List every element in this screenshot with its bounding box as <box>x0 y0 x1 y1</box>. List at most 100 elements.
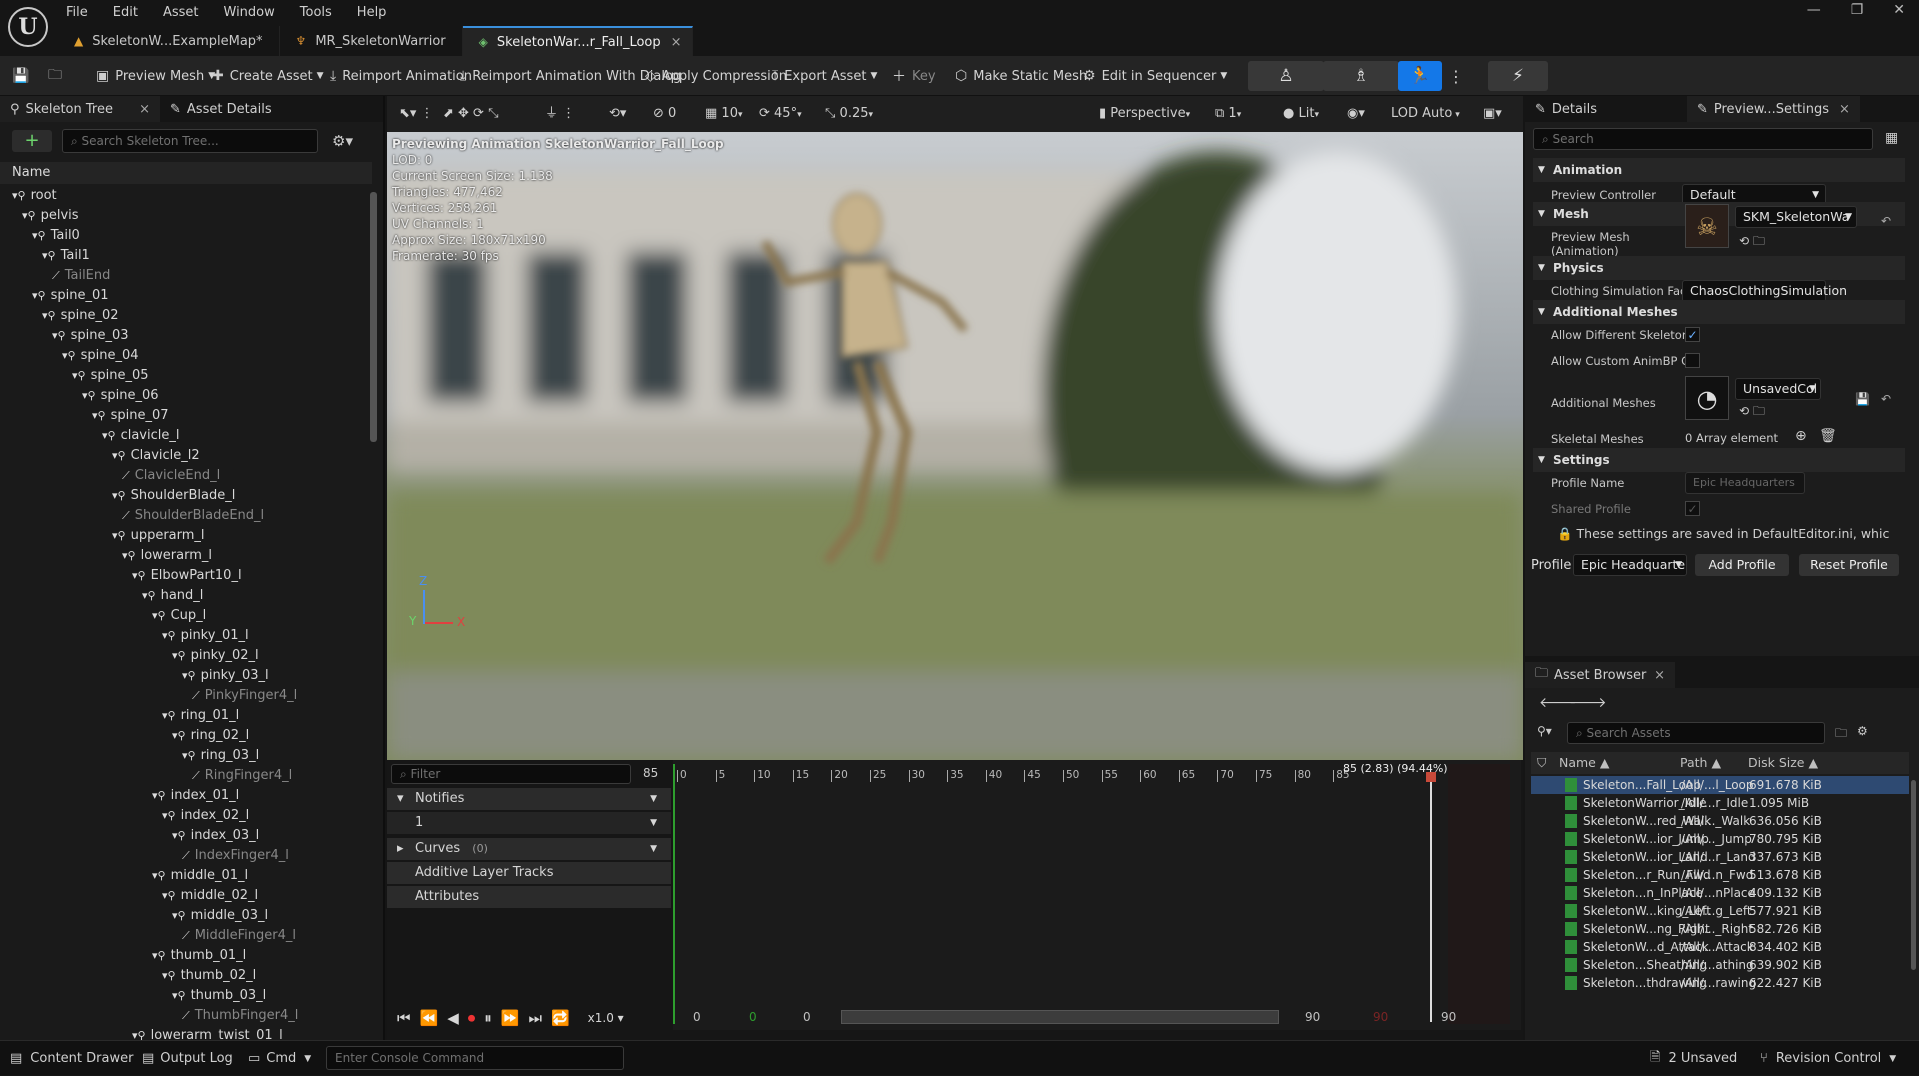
minimize-icon[interactable]: — <box>1807 2 1821 18</box>
notifies-track[interactable]: ▾ Notifies ▼ <box>387 788 671 810</box>
bone-row[interactable]: ▾⚲ spine_02 <box>0 306 372 326</box>
skip-start-icon[interactable]: ⏮ <box>397 1009 411 1027</box>
bone-row[interactable]: ▾⚲ ring_03_l <box>0 746 372 766</box>
bone-row[interactable]: ▾⚲ Clavicle_l2 <box>0 446 372 466</box>
additive-track[interactable]: Additive Layer Tracks <box>387 862 671 884</box>
rotate-toggle[interactable]: ⟲▾ <box>609 102 626 126</box>
key-button[interactable]: ＋ Key <box>892 56 936 96</box>
asset-row[interactable]: Skeleton...thdrawing/All/...rawing 622.42… <box>1531 974 1909 992</box>
record-icon[interactable]: ⏺ <box>468 1009 476 1027</box>
preview-scene[interactable]: Previewing Animation SkeletonWarrior_Fal… <box>387 132 1523 760</box>
allow-custom-animbp-checkbox[interactable] <box>1685 353 1700 368</box>
skeleton-mode-button[interactable]: ♙ <box>1248 61 1324 91</box>
chevron-down-icon[interactable]: ▼ <box>650 838 657 860</box>
column-options-icon[interactable]: ⛉ <box>1537 752 1546 774</box>
mesh-thumbnail[interactable]: ☠ <box>1685 204 1729 248</box>
tab-mr-skeleton-warrior[interactable]: ♆ MR_SkeletonWarrior <box>280 26 463 56</box>
bone-row[interactable]: ▾⚲ hand_l <box>0 586 372 606</box>
range-work-end[interactable]: 90 <box>1373 1010 1388 1024</box>
menu-help[interactable]: Help <box>357 5 387 20</box>
range-start[interactable]: 0 <box>693 1010 701 1024</box>
asset-search-input[interactable]: ⌕ Search Assets <box>1567 722 1825 744</box>
skeleton-search-input[interactable]: ⌕ Search Skeleton Tree... <box>62 129 318 153</box>
asset-row[interactable]: SkeletonW...red_Walk/All/..._Walk 636.056… <box>1531 812 1909 830</box>
blueprint-mode-button[interactable]: ⚡ <box>1488 61 1548 91</box>
browse-asset-icon[interactable]: ⟲ 🗀 <box>1739 402 1765 423</box>
asset-row[interactable]: Skeleton...Fall_Loop/All/...l_Loop 691.67… <box>1531 776 1909 794</box>
lit-dropdown[interactable]: ● Lit▾ <box>1283 102 1319 126</box>
bone-row[interactable]: ▾⚲ upperarm_l <box>0 526 372 546</box>
bone-row[interactable]: ▾⚲ spine_07 <box>0 406 372 426</box>
browse-icon[interactable]: 🗀 <box>48 56 68 96</box>
bone-row[interactable]: ▾⚲ ElbowPart10_l <box>0 566 372 586</box>
step-forward-icon[interactable]: ⏩ <box>501 1009 520 1027</box>
bone-row[interactable]: ▾⚲ spine_05 <box>0 366 372 386</box>
asset-row[interactable]: Skeleton...r_Run_Fwd/All/...n_Fwd 513.678… <box>1531 866 1909 884</box>
bone-row[interactable]: ⟋ RingFinger4_l <box>0 766 372 786</box>
column-name[interactable]: Name ▲ <box>1559 752 1609 774</box>
save-icon[interactable]: 💾 <box>1855 392 1870 406</box>
skip-end-icon[interactable]: ⏭ <box>528 1009 542 1027</box>
tab-details[interactable]: ✎ Details <box>1525 96 1607 122</box>
bone-row[interactable]: ▾⚲ thumb_02_l <box>0 966 372 986</box>
forward-icon[interactable]: 🡒 <box>1569 694 1607 711</box>
filter-input[interactable]: ⌕ Filter <box>391 764 631 784</box>
bone-row[interactable]: ▾⚲ thumb_01_l <box>0 946 372 966</box>
loop-icon[interactable]: 🔁 <box>551 1009 570 1027</box>
asset-row[interactable]: SkeletonW...ior_Land/All/...r_Land 337.67… <box>1531 848 1909 866</box>
tab-asset-browser[interactable]: 🗀 Asset Browser × <box>1525 662 1675 688</box>
bone-row[interactable]: ⟋ IndexFinger4_l <box>0 846 372 866</box>
menu-window[interactable]: Window <box>224 5 275 20</box>
add-profile-button[interactable]: Add Profile <box>1695 554 1789 576</box>
asset-row[interactable]: SkeletonW...king_Left/All/...g_Left 577.9… <box>1531 902 1909 920</box>
bone-row[interactable]: ▾⚲ clavicle_l <box>0 426 372 446</box>
mesh-mode-button[interactable]: ♗ <box>1323 61 1399 91</box>
close-icon[interactable]: × <box>139 102 150 117</box>
bone-row[interactable]: ▾⚲ index_01_l <box>0 786 372 806</box>
perspective-dropdown[interactable]: ▮ Perspective▾ <box>1099 102 1190 126</box>
unsaved-button[interactable]: 🗎 2 Unsaved <box>1650 1041 1737 1076</box>
range-work-start[interactable]: 0 <box>749 1010 757 1024</box>
column-path[interactable]: Path ▲ <box>1680 752 1721 774</box>
asset-scrollbar[interactable] <box>1911 780 1916 970</box>
trash-icon[interactable]: 🗑 <box>1819 428 1837 444</box>
transform-tools[interactable]: ⬈ ✥ ⟳ ⤡ <box>443 102 498 126</box>
bone-row[interactable]: ▾⚲ spine_06 <box>0 386 372 406</box>
close-icon[interactable]: × <box>1839 102 1850 117</box>
animation-mode-button[interactable]: 🏃 <box>1398 61 1442 91</box>
step-back-icon[interactable]: ⏪ <box>420 1009 439 1027</box>
bone-row[interactable]: ▾⚲ middle_03_l <box>0 906 372 926</box>
section-additional-meshes[interactable]: ▼ Additional Meshes <box>1533 300 1905 324</box>
bone-row[interactable]: ▾⚲ ShoulderBlade_l <box>0 486 372 506</box>
asset-row[interactable]: SkeletonW...ng_Right/All/..._Right 582.72… <box>1531 920 1909 938</box>
maximize-icon[interactable]: ❐ <box>1851 2 1864 18</box>
filter-icon[interactable]: ⚲▾ <box>1537 724 1552 738</box>
details-search-input[interactable]: ⌕ Search <box>1533 128 1873 150</box>
range-view-end[interactable]: 90 <box>1305 1010 1320 1024</box>
notify-track-1[interactable]: 1 ▼ <box>387 812 671 834</box>
preview-mesh-dropdown[interactable]: SKM_SkeletonWa ▼ <box>1735 206 1857 228</box>
menu-edit[interactable]: Edit <box>113 5 138 20</box>
menu-file[interactable]: File <box>66 5 88 20</box>
bone-row[interactable]: ▾⚲ pinky_03_l <box>0 666 372 686</box>
bone-row[interactable]: ▾⚲ root <box>0 186 372 206</box>
allow-different-skeleton-checkbox[interactable]: ✓ <box>1685 327 1700 342</box>
range-scrollbar[interactable] <box>841 1010 1279 1024</box>
tab-preview-settings[interactable]: ✎ Preview...Settings × <box>1686 96 1860 122</box>
create-asset-button[interactable]: ✚ Create Asset ▼ <box>212 56 324 96</box>
asset-row[interactable]: SkeletonWarrior_Idle/All/...r_Idle 1.095 … <box>1531 794 1909 812</box>
column-disk-size[interactable]: Disk Size ▲ <box>1748 752 1818 774</box>
reset-icon[interactable]: ↶ <box>1881 214 1891 228</box>
angle-snap[interactable]: ⟳ 45°▾ <box>759 102 802 126</box>
bone-row[interactable]: ⟋ MiddleFinger4_l <box>0 926 372 946</box>
reset-icon[interactable]: ↶ <box>1881 392 1891 406</box>
tab-example-map[interactable]: ▲ SkeletonW...ExampleMap* <box>58 26 280 56</box>
curves-track[interactable]: ▸ Curves (0) ▼ <box>387 838 671 860</box>
preview-mesh-button[interactable]: ▣ Preview Mesh ▼ <box>96 56 215 96</box>
bone-row[interactable]: ▾⚲ middle_02_l <box>0 886 372 906</box>
speed-dropdown[interactable]: x1.0 ▾ <box>588 1011 624 1025</box>
bone-row[interactable]: ▾⚲ Cup_l <box>0 606 372 626</box>
asset-row[interactable]: SkeletonW...d_Attack/All/...Attack 834.40… <box>1531 938 1909 956</box>
section-animation[interactable]: ▼ Animation <box>1533 158 1905 182</box>
profile-dropdown[interactable]: Epic Headquarte ▼ <box>1573 554 1687 576</box>
